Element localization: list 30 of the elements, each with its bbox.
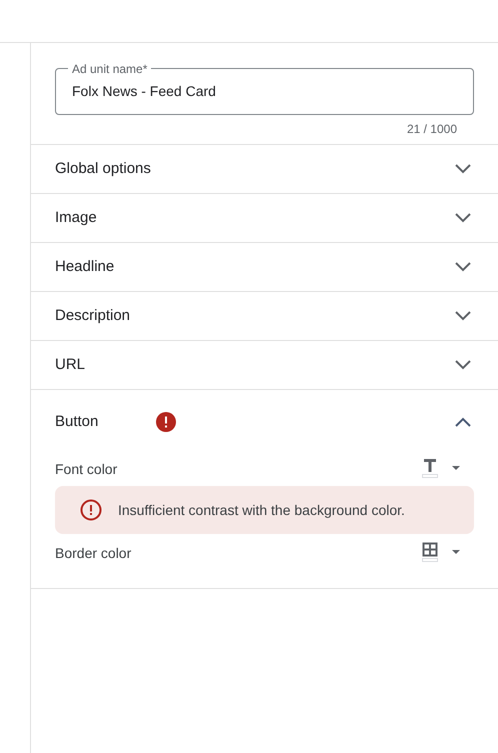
- section-title: Headline: [55, 256, 116, 277]
- option-label: Border color: [55, 544, 132, 563]
- section-header[interactable]: URL: [31, 341, 498, 389]
- character-counter: 21 / 1000: [406, 121, 457, 138]
- chevron-down-icon[interactable]: [455, 262, 471, 272]
- section-title: Image: [55, 208, 98, 228]
- section-title: Description: [55, 306, 132, 326]
- section-header[interactable]: Image: [31, 194, 498, 242]
- section-title: URL: [55, 354, 86, 375]
- section-header[interactable]: Global options: [31, 145, 498, 193]
- chevron-down-icon[interactable]: [455, 213, 471, 223]
- error-icon: [80, 499, 102, 521]
- dropdown-caret-icon: [452, 466, 460, 470]
- color-picker-button[interactable]: [422, 458, 460, 478]
- text-color-icon[interactable]: [422, 458, 438, 478]
- warning-text: Insufficient contrast with the background color.: [118, 500, 405, 520]
- section-header[interactable]: Headline: [31, 243, 498, 291]
- section-header[interactable]: Button: [31, 390, 498, 454]
- section-title: Global options: [55, 158, 152, 179]
- dropdown-caret-icon: [452, 550, 460, 554]
- chevron-down-icon[interactable]: [455, 311, 471, 321]
- chevron-down-icon[interactable]: [455, 360, 471, 370]
- option-label: Font color: [55, 460, 118, 479]
- chevron-down-icon[interactable]: [455, 164, 471, 174]
- section-title: Button: [55, 412, 100, 432]
- field-value[interactable]: Folx News - Feed Card: [72, 81, 457, 102]
- section-header[interactable]: Description: [31, 292, 498, 340]
- color-picker-button[interactable]: [422, 542, 460, 562]
- chevron-up-icon[interactable]: [455, 417, 471, 427]
- border-color-icon[interactable]: [422, 542, 438, 562]
